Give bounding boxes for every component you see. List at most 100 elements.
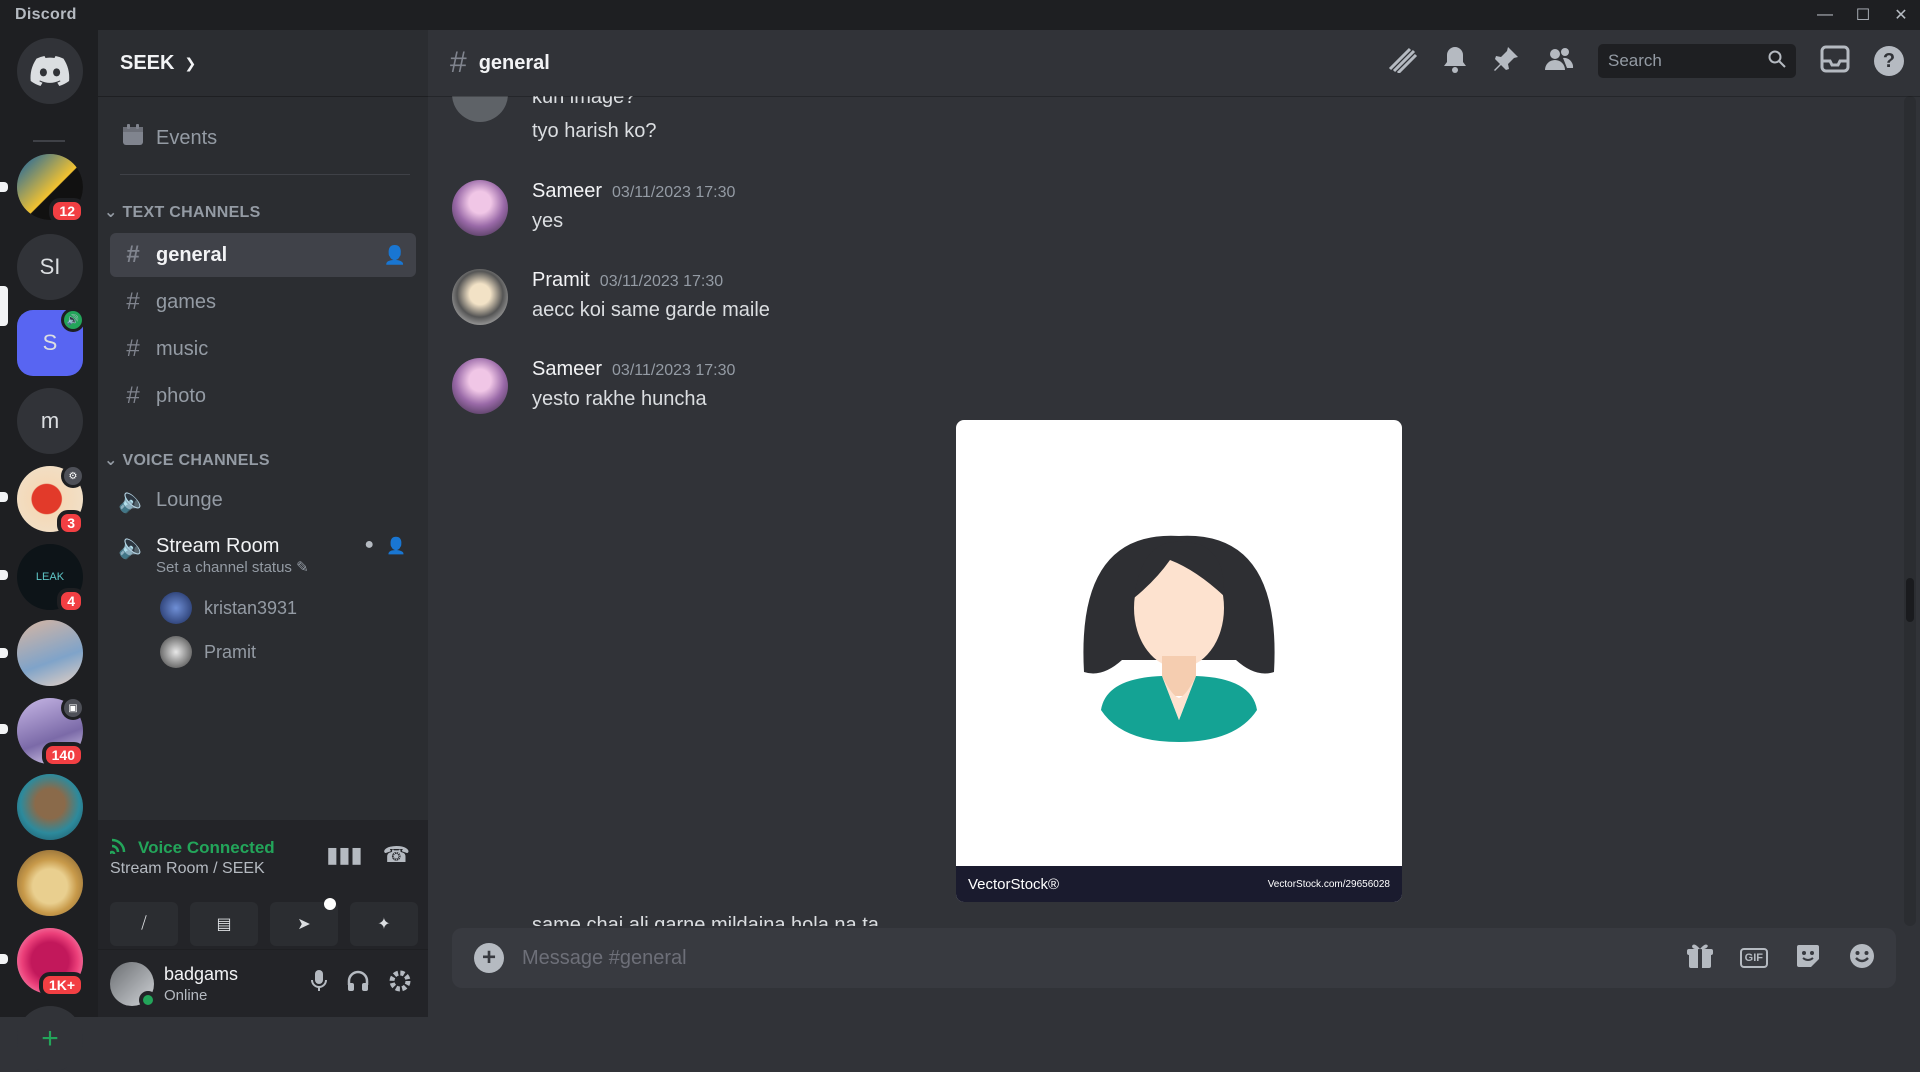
avatar [452, 96, 508, 122]
members-icon[interactable] [1544, 46, 1574, 77]
server-header[interactable]: SEEK ❯ [98, 30, 428, 96]
message-timestamp: 03/11/2023 17:30 [599, 273, 724, 290]
avatar[interactable] [452, 358, 508, 414]
noise-suppression-icon[interactable]: ▮▮▮ [326, 842, 362, 868]
voice-channels-category[interactable]: ⌄ VOICE CHANNELS [104, 450, 270, 470]
text-channels-category[interactable]: ⌄ TEXT CHANNELS [104, 202, 261, 222]
screen-share-button[interactable]: ▤ [190, 902, 258, 946]
channel-status-label: Set a channel status [156, 559, 292, 576]
image-footer: VectorStock® VectorStock.com/29656028 [956, 866, 1402, 902]
avatar[interactable] [452, 180, 508, 236]
help-icon[interactable]: ? [1874, 46, 1904, 76]
title-bar: Discord — ☐ ✕ [0, 0, 1920, 30]
message-text: aecc koi same garde maile [532, 299, 770, 321]
image-attachment[interactable]: VectorStock® VectorStock.com/29656028 [956, 420, 1402, 902]
avatar[interactable] [452, 269, 508, 325]
message-author[interactable]: Pramit [532, 269, 590, 292]
server-icon-9[interactable] [17, 774, 83, 840]
threads-icon[interactable] [1386, 45, 1418, 78]
voice-user-name: kristan3931 [204, 597, 298, 618]
hash-icon: # [450, 46, 467, 79]
microphone-icon[interactable] [310, 969, 328, 998]
voice-connected-status: Voice Connected [108, 836, 275, 859]
chat-icon[interactable]: ● [364, 536, 374, 556]
channel-music[interactable]: # music [110, 327, 416, 371]
server-icon-10[interactable] [17, 850, 83, 916]
app-title: Discord [15, 6, 77, 23]
mention-badge: 1K+ [38, 972, 85, 998]
camera-off-button[interactable]: ⧸ [110, 902, 178, 946]
sticker-icon[interactable] [1794, 942, 1822, 975]
pin-icon[interactable] [1492, 45, 1520, 78]
soundboard-button[interactable]: ✦ [350, 902, 418, 946]
user-panel: badgams Online [98, 950, 428, 1017]
message-author[interactable]: Sameer [532, 358, 602, 381]
upload-plus-icon[interactable]: + [474, 943, 504, 973]
message-author[interactable]: Sameer [532, 180, 602, 203]
guild-separator [33, 140, 65, 142]
server-icon-m[interactable]: m [17, 388, 83, 454]
channel-status-button[interactable]: Set a channel status ✎ [156, 558, 309, 576]
chevron-down-icon: ❯ [184, 54, 197, 71]
server-name: SEEK [120, 51, 175, 74]
channel-games[interactable]: # games [110, 280, 416, 324]
voice-user-pramit[interactable]: Pramit [160, 636, 256, 668]
server-avatar [17, 850, 83, 916]
search-icon [1768, 50, 1786, 73]
speaker-icon: 🔈 [118, 486, 148, 514]
invite-icon[interactable]: 👤 [384, 245, 406, 266]
mention-badge: 140 [41, 742, 85, 768]
unread-pill [0, 492, 8, 502]
message-list: kun image? tyo harish ko? Sameer 03/11/2… [428, 96, 1910, 926]
activities-button[interactable]: ➤ [270, 898, 338, 946]
channel-general[interactable]: # general 👤 [110, 233, 416, 277]
gif-button[interactable]: GIF [1739, 948, 1768, 968]
server-icon-1[interactable]: 12 [17, 154, 85, 224]
channel-photo[interactable]: # photo [110, 374, 416, 418]
avatar [160, 592, 192, 624]
gift-icon[interactable] [1686, 942, 1714, 975]
server-icon-8[interactable]: ▣ 140 [17, 696, 85, 768]
events-label: Events [156, 126, 218, 149]
disconnect-icon[interactable]: ☎ [383, 842, 410, 868]
pencil-icon: ✎ [296, 559, 309, 576]
gear-icon[interactable] [388, 969, 412, 998]
channel-header: # general Search ? [428, 30, 1920, 96]
message-text: same chai ali garne mildaina hola na ta [532, 914, 879, 926]
emoji-icon[interactable] [1848, 942, 1876, 975]
discord-logo-icon [17, 38, 83, 104]
close-window-button[interactable]: ✕ [1882, 0, 1920, 30]
bell-icon[interactable] [1442, 45, 1468, 78]
search-input[interactable]: Search [1598, 44, 1796, 78]
mention-badge: 12 [49, 198, 85, 224]
message-timestamp: 03/11/2023 17:30 [612, 184, 736, 201]
invite-icon[interactable]: 👤 [386, 536, 406, 556]
inbox-icon[interactable] [1820, 45, 1850, 78]
channel-label: games [156, 290, 217, 313]
maximize-button[interactable]: ☐ [1844, 0, 1882, 30]
scrollbar-track[interactable] [1904, 96, 1916, 926]
server-icon-leak[interactable]: LEAK 4 [17, 544, 85, 614]
server-icon-5[interactable]: ⚙ 3 [17, 464, 85, 536]
server-icon-si[interactable]: SI [17, 234, 83, 300]
voice-user-name: Pramit [204, 641, 257, 662]
avatar [160, 636, 192, 668]
direct-messages-button[interactable] [17, 38, 83, 104]
message-continuation: kun image? [452, 96, 1752, 122]
avatar[interactable] [110, 961, 157, 1009]
events-button[interactable]: Events [110, 116, 416, 160]
scrollbar-thumb[interactable] [1906, 578, 1914, 622]
server-icon-seek[interactable]: S 🔊 [17, 308, 85, 376]
message-composer[interactable]: + Message #general GIF [452, 928, 1896, 988]
voice-user-kristan3931[interactable]: kristan3931 [160, 592, 297, 624]
hash-icon: # [126, 382, 140, 409]
server-avatar [17, 774, 83, 840]
server-icon-11[interactable]: 1K+ [17, 928, 85, 998]
minimize-button[interactable]: — [1806, 0, 1844, 30]
add-server-button[interactable]: + [17, 1006, 83, 1072]
voice-channel-lounge[interactable]: 🔈 Lounge [110, 478, 416, 522]
headphones-icon[interactable] [346, 969, 370, 998]
unread-pill [0, 648, 8, 658]
server-icon-7[interactable] [17, 620, 83, 686]
message-input[interactable]: Message #general [522, 947, 687, 970]
